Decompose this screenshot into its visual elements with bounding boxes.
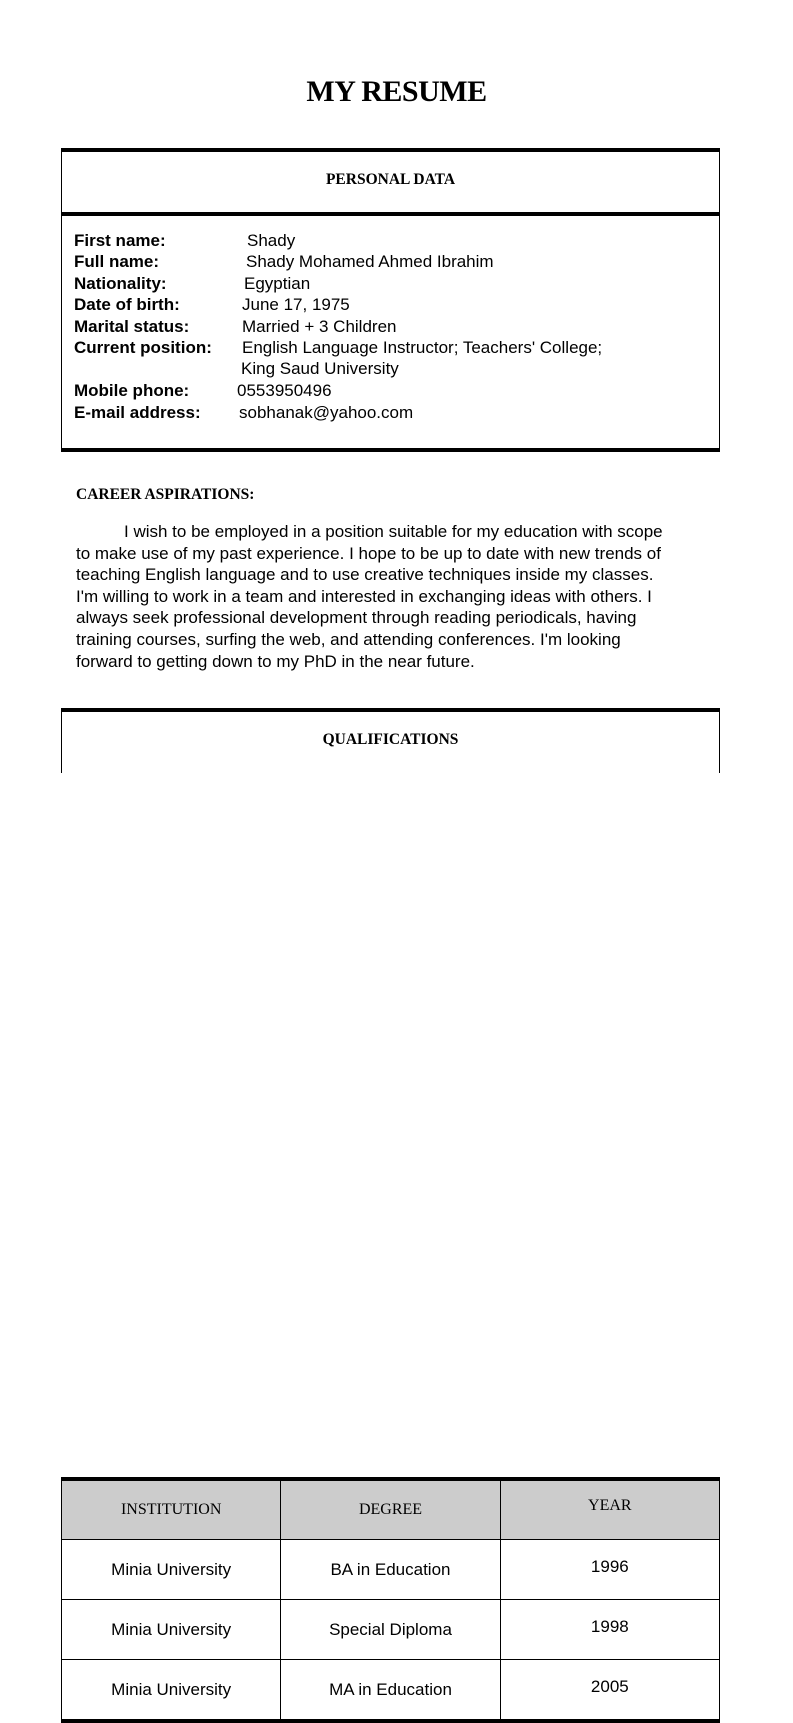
career-line: teaching English language and to use cre… [76,565,654,585]
field-label: Marital status: [74,317,190,336]
career-line: training courses, surfing the web, and a… [76,629,621,649]
career-line: to make use of my past experience. I hop… [76,543,661,563]
table-row: Minia University Special Diploma 1998 [60,1599,721,1660]
field-label: Current position: [74,338,212,357]
cell-institution: Minia University [60,1599,282,1660]
career-line: I wish to be employed in a position suit… [124,522,663,541]
qualifications-table: INSTITUTION DEGREE YEAR Minia University… [60,1477,721,1723]
cell-degree: Special Diploma [280,1599,501,1660]
personal-data-heading: PERSONAL DATA [325,171,456,188]
career-paragraph: I wish to be employed in a position suit… [76,521,726,672]
field-label: E-mail address: [74,403,201,422]
cell-year: 2005 [499,1659,721,1721]
career-line: forward to getting down to my PhD in the… [76,651,475,671]
personal-data-header: PERSONAL DATA [61,148,720,212]
qualifications-heading: QUALIFICATIONS [322,731,459,748]
column-header-year: YEAR [499,1479,721,1540]
qualifications-header: QUALIFICATIONS [61,708,720,773]
cell-year: 1996 [499,1539,721,1600]
career-line: always seek professional development thr… [76,608,637,628]
field-label: Mobile phone: [74,381,190,400]
field-value-continued: King Saud University [241,359,399,378]
field-value: Shady Mohamed Ahmed Ibrahim [246,252,494,271]
field-label: First name: [74,231,166,250]
field-value: Shady [247,231,296,250]
field-value: Egyptian [244,274,311,293]
field-value: English Language Instructor; Teachers' C… [242,338,603,357]
field-label: Full name: [74,252,160,271]
field-value: sobhanak@yahoo.com [239,403,414,422]
table-row: Minia University MA in Education 2005 [60,1659,721,1721]
field-value: June 17, 1975 [242,295,350,314]
personal-data-section: PERSONAL DATA First name: Shady Full nam… [61,148,720,452]
table-row: Minia University BA in Education 1996 [60,1539,721,1600]
field-label: Nationality: [74,274,167,293]
cell-degree: MA in Education [280,1659,501,1721]
field-label: Date of birth: [74,295,180,314]
field-value: 0553950496 [237,381,332,400]
cell-degree: BA in Education [280,1539,501,1600]
cell-year: 1998 [499,1599,721,1660]
column-header-institution: INSTITUTION [60,1479,282,1540]
column-header-degree: DEGREE [280,1479,501,1540]
career-line: I'm willing to work in a team and intere… [76,586,652,606]
page-title: MY RESUME [306,75,487,108]
personal-data-body: First name: Shady Full name: Shady Moham… [61,212,720,452]
cell-institution: Minia University [60,1659,282,1721]
field-value: Married + 3 Children [242,317,397,336]
career-heading: CAREER ASPIRATIONS: [76,486,255,503]
cell-institution: Minia University [60,1539,282,1600]
table-header-row: INSTITUTION DEGREE YEAR [60,1479,721,1540]
